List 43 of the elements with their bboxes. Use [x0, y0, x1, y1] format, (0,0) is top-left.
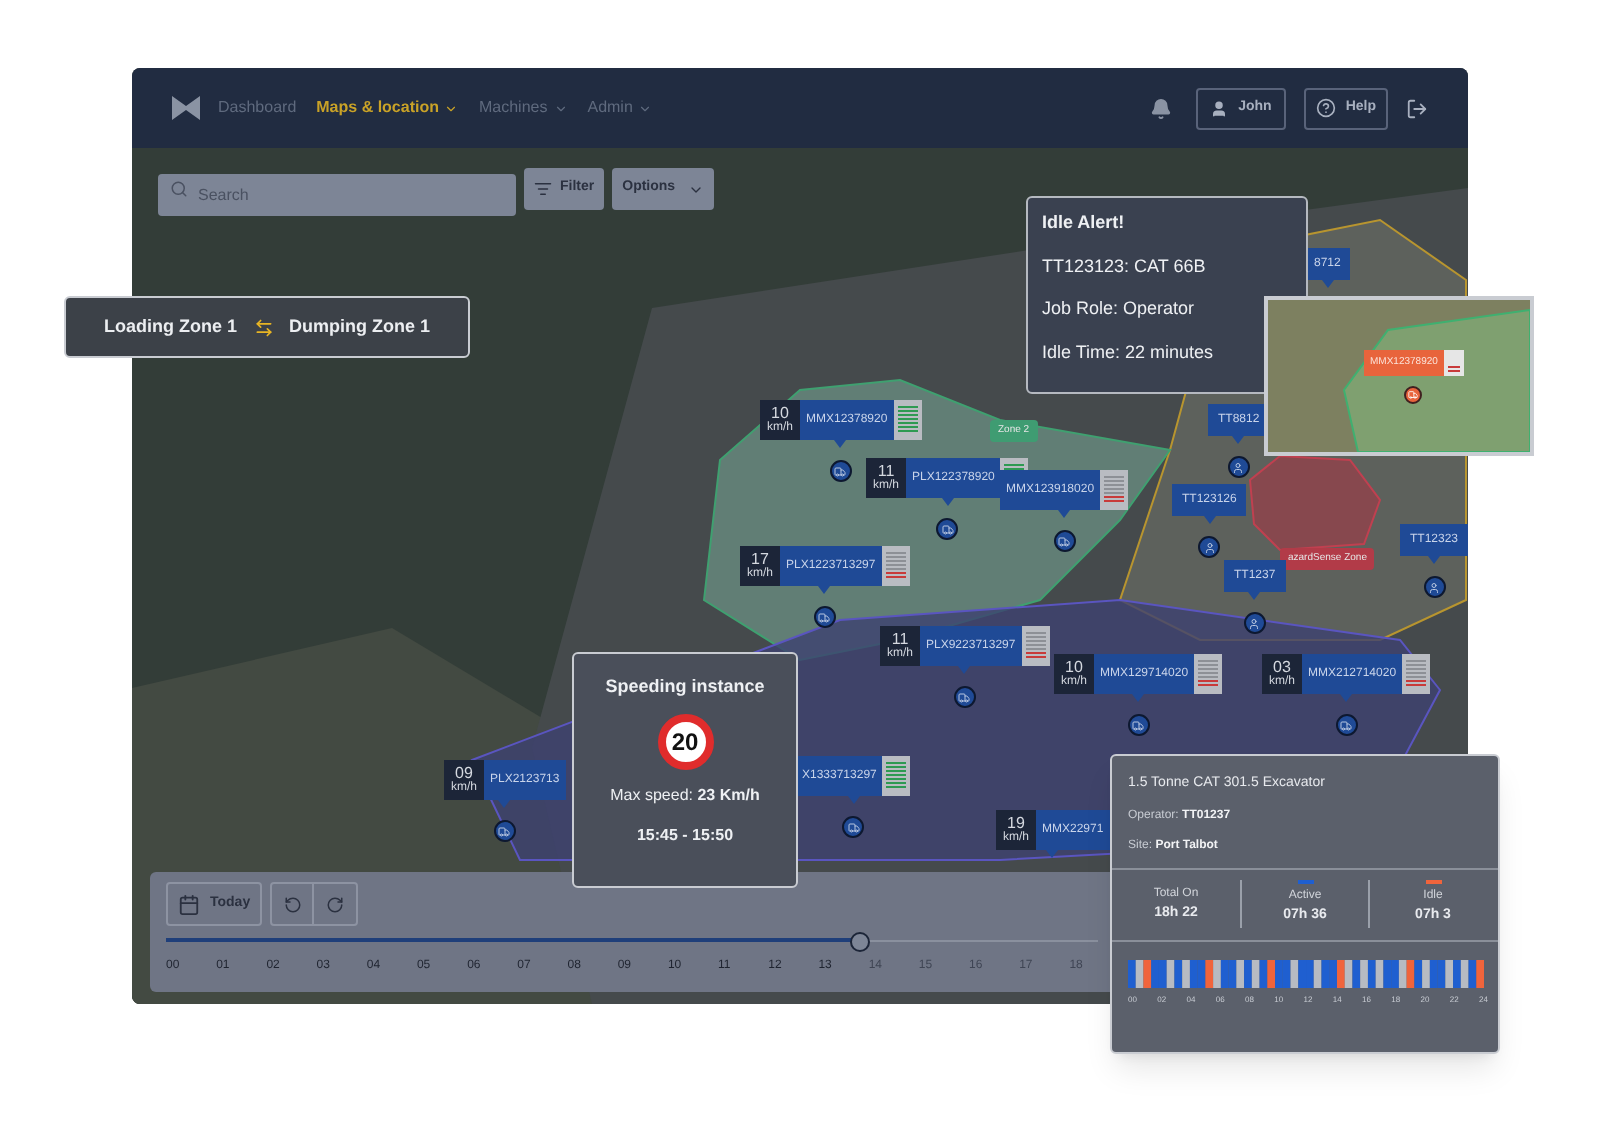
hazard-zone-area	[1248, 454, 1382, 552]
speed-value: 03	[1273, 660, 1291, 676]
alert-line: Job Role: Operator	[1042, 296, 1197, 322]
gauge-meter	[885, 552, 906, 580]
gauge-meter	[1406, 660, 1427, 688]
help-icon	[1315, 98, 1336, 118]
gauge-icon	[1443, 350, 1464, 376]
speed-value: 19	[1007, 816, 1025, 832]
forward-icon	[326, 895, 345, 913]
gauge-meter	[1025, 632, 1046, 660]
nav-menu-item[interactable]: Maps & location	[316, 96, 459, 120]
rewind-icon	[283, 895, 302, 913]
speeding-title: Speeding instance	[605, 674, 765, 700]
notification-bell-icon[interactable]	[1150, 97, 1173, 119]
to-zone-text: Dumping Zone 1	[289, 313, 430, 340]
search-icon	[170, 180, 188, 198]
caret-icon	[553, 101, 568, 115]
speed-value: 17	[751, 552, 769, 568]
alert-title: Idle Alert!	[1042, 210, 1127, 236]
speed-value: 09	[455, 766, 473, 782]
caret-icon	[444, 101, 459, 115]
user-icon	[1210, 99, 1229, 117]
speeding-time: 15:45 - 15:50	[636, 823, 734, 847]
from-zone-text: Loading Zone 1	[104, 313, 237, 340]
speed-value: 11	[891, 632, 909, 648]
time-slider[interactable]	[166, 932, 1098, 952]
gauge-meter	[1104, 476, 1125, 504]
speed-value: 11	[877, 464, 895, 480]
caret-icon	[638, 101, 653, 115]
alert-line: TT123123: CAT 66B	[1042, 253, 1208, 279]
speed-value: 10	[771, 406, 789, 422]
logout-icon[interactable]	[1406, 97, 1428, 119]
gauge-meter	[1198, 660, 1219, 688]
swap-arrows-icon	[253, 317, 273, 337]
speed-value: 10	[1065, 660, 1083, 676]
calendar-icon	[178, 893, 200, 915]
gauge-meter	[897, 406, 918, 434]
speed-limit-sign: 20	[657, 713, 713, 769]
alert-line: Idle Time: 22 minutes	[1042, 339, 1216, 365]
gauge-meter	[886, 762, 907, 790]
max-speed-text: Max speed: 23 Km/h	[610, 783, 760, 807]
logo-icon[interactable]	[172, 96, 200, 120]
filter-icon	[534, 180, 552, 198]
